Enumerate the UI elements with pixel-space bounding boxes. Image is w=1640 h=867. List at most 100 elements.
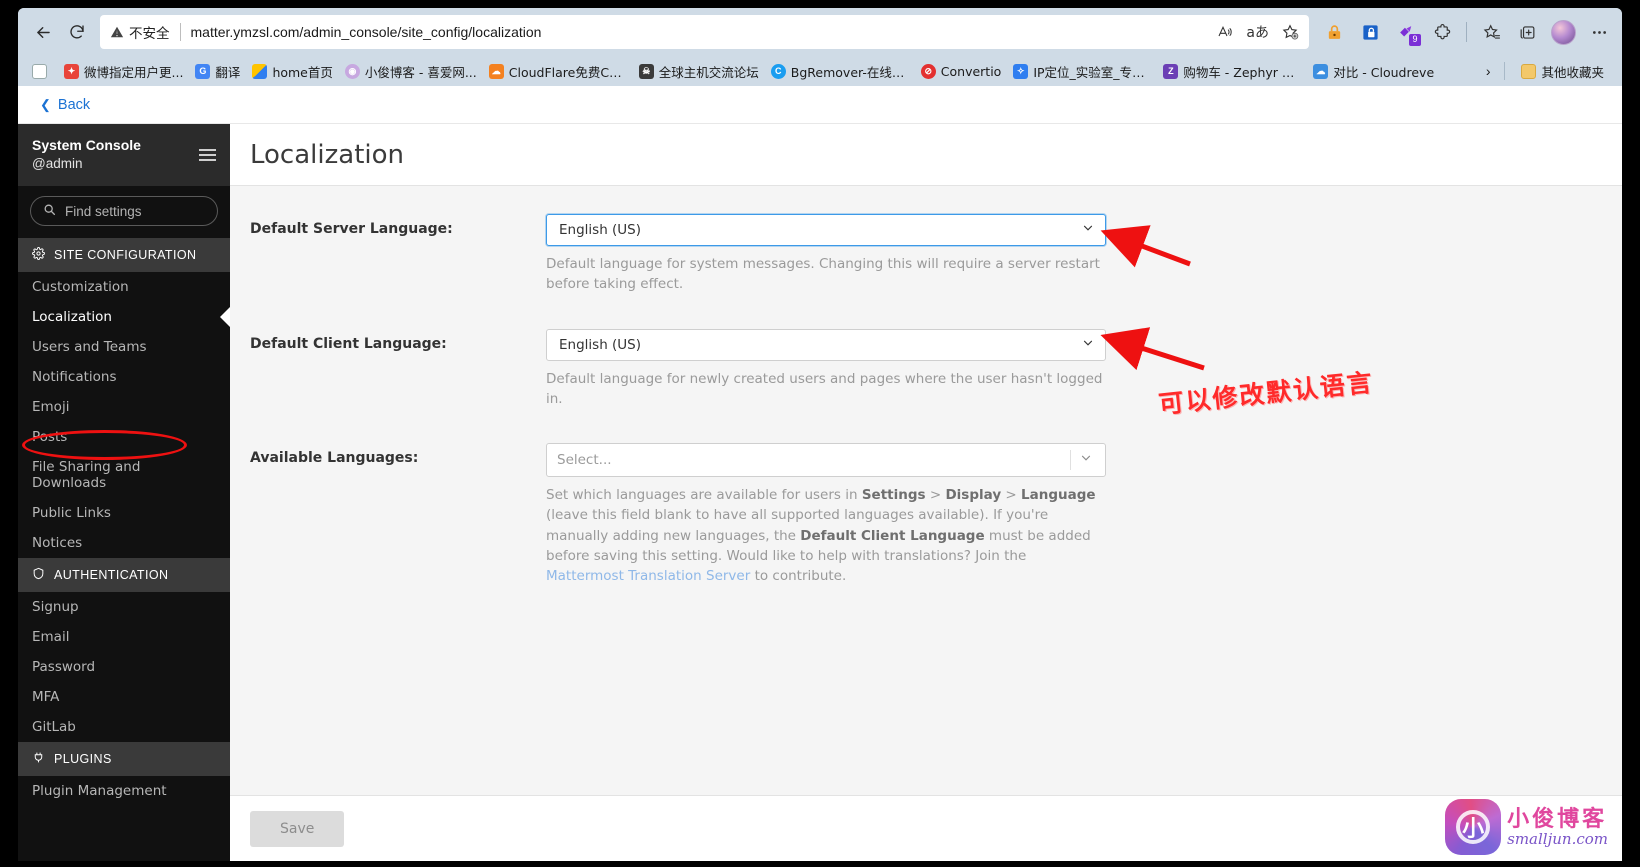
collections-icon[interactable] [1512,17,1542,47]
selected-value: English (US) [559,336,642,353]
sidebar-item-label: Notifications [32,369,117,385]
sidebar-item-label: Password [32,659,96,675]
field-help-text: Default language for newly created users… [546,370,1103,407]
not-secure-warning-icon [110,25,124,39]
bookmark-item[interactable]: Z 购物车 - Zephyr Sh... [1157,60,1307,83]
lock-extension-icon[interactable] [1319,17,1349,47]
read-aloud-icon[interactable] [1216,24,1234,40]
sidebar-section-authentication[interactable]: AUTHENTICATION [18,558,230,592]
cloudflare-icon: ☁ [488,63,504,79]
bookmark-item[interactable]: ☁ 对比 - Cloudreve [1307,60,1440,83]
sidebar-header: System Console @admin [18,124,230,186]
available-languages-select[interactable]: Select... [546,443,1106,477]
sidebar-item-customization[interactable]: Customization [18,272,230,302]
sidebar-item-public-links[interactable]: Public Links [18,498,230,528]
help-part: Set which languages are available for us… [546,487,862,503]
search-input[interactable]: Find settings [30,196,218,226]
back-arrow-icon[interactable] [26,15,60,49]
bookmark-item[interactable]: home首页 [246,60,338,83]
sidebar-item-label: GitLab [32,719,76,735]
sidebar-item-posts[interactable]: Posts [18,422,230,452]
bookmarks-bar: ✦ 微博指定用户更... G 翻译 home首页 ◉ 小俊博客 - 喜爱网...… [18,56,1622,86]
sidebar-item-label: MFA [32,689,60,705]
sidebar-item-plugin-management[interactable]: Plugin Management [18,776,230,806]
reload-icon[interactable] [60,15,94,49]
mattermost-translation-server-link[interactable]: Mattermost Translation Server [546,568,750,584]
bookmarks-overflow-chevron-right-icon[interactable]: › [1482,63,1495,79]
bookmark-item[interactable]: ☁ CloudFlare免费CD... [483,60,633,83]
sidebar-item-label: Email [32,629,70,645]
default-client-language-select[interactable]: English (US) [546,328,1106,361]
back-bar: ❮ Back [18,86,1622,124]
help-bold-language: Language [1021,487,1096,503]
bookmark-item[interactable]: ◉ 小俊博客 - 喜爱网... [339,60,483,83]
settings-more-icon[interactable] [1584,17,1614,47]
favorites-icon[interactable] [1476,17,1506,47]
browser-toolbar: 不安全 matter.ymzsl.com/admin_console/site_… [18,8,1622,56]
back-button[interactable]: ❮ Back [40,97,90,113]
bookmark-item[interactable]: ⊘ Convertio [915,62,1008,81]
cloudreve-icon: ☁ [1313,63,1329,79]
field-help-text: Set which languages are available for us… [546,485,1104,586]
sidebar-item-localization[interactable]: Localization [18,302,231,332]
sidebar-item-signup[interactable]: Signup [18,592,230,622]
convertio-icon: ⊘ [920,63,936,79]
shield-extension-icon[interactable] [1355,17,1385,47]
page-icon [32,63,47,79]
other-bookmarks-folder[interactable]: 其他收藏夹 [1515,60,1610,83]
chevron-down-icon [1079,451,1093,469]
home-icon [252,63,268,79]
sidebar-item-emoji[interactable]: Emoji [18,392,230,422]
hamburger-menu-icon[interactable] [199,149,216,161]
sidebar-item-label: Notices [32,535,83,551]
settings-form: Default Server Language: English (US) De… [230,186,1622,795]
purple-extension-icon[interactable]: 9 [1391,17,1421,47]
sidebar-item-notices[interactable]: Notices [18,528,230,558]
sidebar-section-site-configuration[interactable]: SITE CONFIGURATION [18,238,230,272]
weibo-icon: ✦ [64,63,79,79]
sidebar-section-label: SITE CONFIGURATION [54,248,197,262]
help-bold-display: Display [945,487,1002,503]
sidebar-item-users-and-teams[interactable]: Users and Teams [18,332,230,362]
sidebar-username: @admin [32,156,83,172]
sidebar-item-notifications[interactable]: Notifications [18,362,230,392]
bookmark-item[interactable]: G 翻译 [189,60,246,83]
help-sep: > [925,487,946,503]
form-footer: Save [230,795,1622,861]
selected-value: English (US) [559,222,642,238]
shield-icon [32,567,45,583]
sidebar-item-file-sharing-and-downloads[interactable]: File Sharing and Downloads [18,452,230,498]
sidebar-section-plugins[interactable]: PLUGINS [18,742,230,776]
omnibox-divider [179,23,181,41]
translate-icon[interactable]: aあ [1246,22,1269,42]
bookmark-item[interactable]: ☠ 全球主机交流论坛 [633,60,765,83]
help-part: to contribute. [750,568,847,584]
bookmark-item[interactable]: C BgRemover-在线图... [765,60,915,83]
sidebar-item-password[interactable]: Password [18,652,230,682]
field-help-text: Default language for system messages. Ch… [546,256,1100,293]
folder-icon [1521,63,1537,79]
extensions-puzzle-icon[interactable] [1427,17,1457,47]
field-label: Default Server Language: [250,221,453,237]
profile-avatar[interactable] [1548,17,1578,47]
bookmarks-divider [1504,62,1506,80]
chevron-left-icon: ❮ [40,96,51,112]
sidebar-item-label: Public Links [32,505,111,521]
sidebar-item-email[interactable]: Email [18,622,230,652]
save-button[interactable]: Save [250,810,345,847]
sidebar-item-mfa[interactable]: MFA [18,682,230,712]
search-icon [43,203,56,219]
system-console-sidebar: System Console @admin Find settings SITE… [18,124,231,861]
bookmark-item[interactable]: ✦ 微博指定用户更... [58,60,189,83]
bookmark-item[interactable] [26,62,58,81]
address-bar[interactable]: 不安全 matter.ymzsl.com/admin_console/site_… [100,15,1309,49]
default-server-language-select[interactable]: English (US) [546,214,1106,246]
sidebar-item-gitlab[interactable]: GitLab [18,712,230,742]
chevron-down-icon [1081,221,1095,239]
bookmark-item[interactable]: ✧ IP定位_实验室_专业... [1007,60,1157,83]
plugin-icon [32,751,45,767]
back-label: Back [57,96,91,113]
page-viewport: ❮ Back System Console @admin Find settin… [18,86,1622,861]
help-bold-default-client-language: Default Client Language [800,527,985,544]
add-favorite-icon[interactable] [1281,23,1299,41]
